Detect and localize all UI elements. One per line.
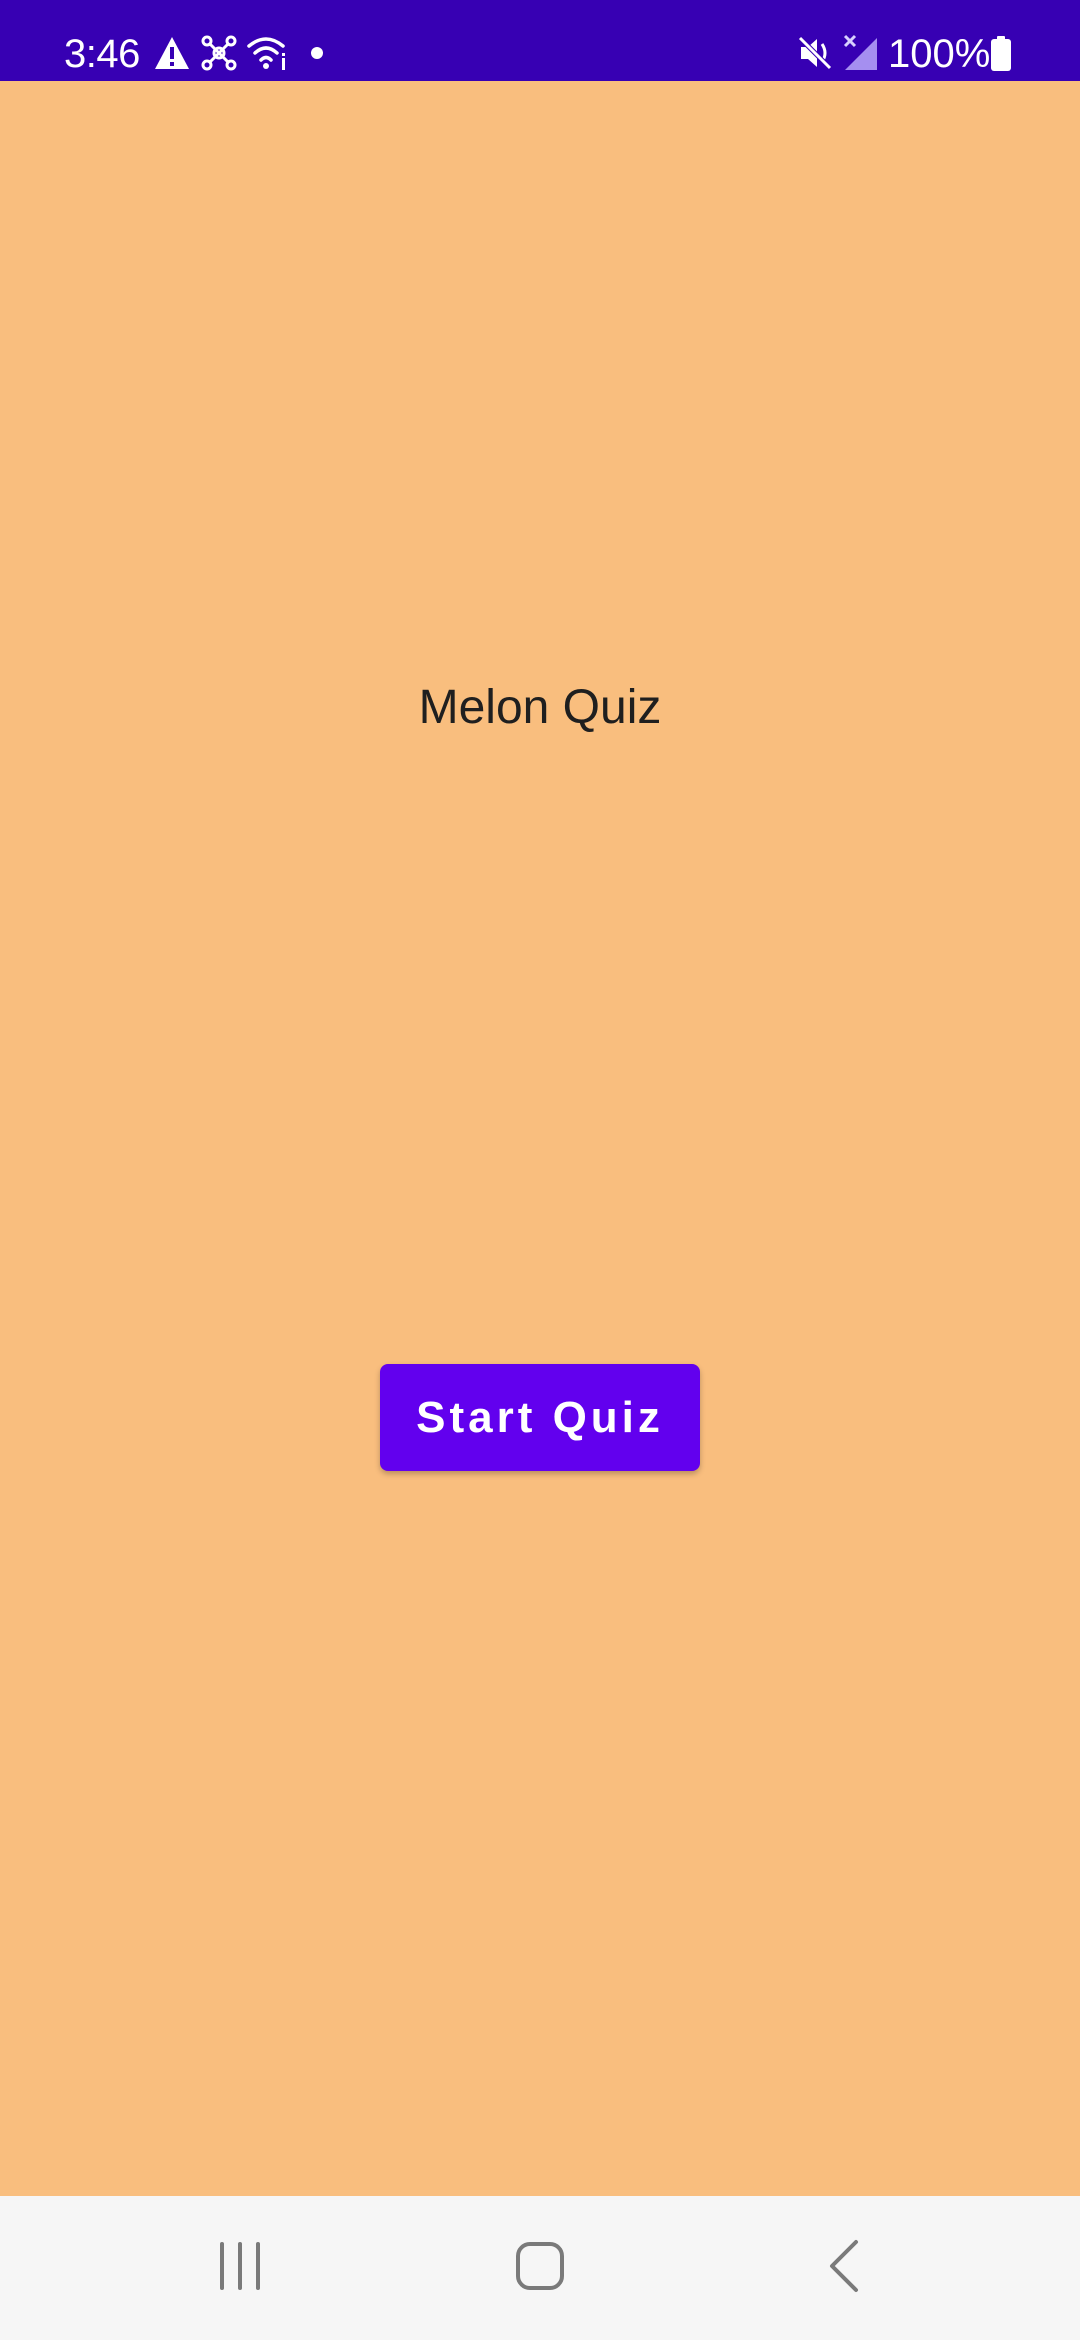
start-quiz-button[interactable]: Start Quiz [380,1364,700,1471]
signal-icon [843,34,879,77]
status-time: 3:46 [64,32,140,76]
back-icon [828,2239,860,2298]
alert-icon [154,36,190,75]
back-button[interactable] [764,2196,924,2340]
app-title: Melon Quiz [418,681,662,734]
wifi-icon [246,34,288,77]
navigation-bar [0,2196,1080,2340]
mute-icon [798,36,834,75]
dot-icon [310,46,324,65]
battery-percent: 100% [888,32,991,76]
screen: 3:46 100% Melon Quiz Start Quiz [0,0,1080,2340]
home-icon [515,2241,565,2296]
recent-apps-button[interactable] [160,2196,320,2340]
home-button[interactable] [460,2196,620,2340]
recent-apps-icon [218,2241,262,2295]
network-hub-icon [201,34,237,77]
battery-icon [990,36,1012,77]
status-bar: 3:46 100% [0,0,1080,81]
